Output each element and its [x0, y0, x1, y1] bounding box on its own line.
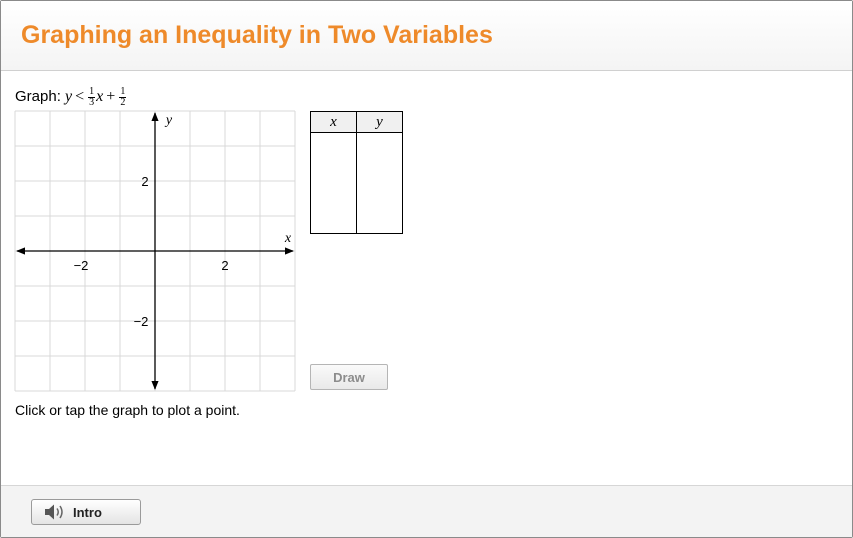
- y-column-header: y: [356, 111, 403, 133]
- instruction-text: Click or tap the graph to plot a point.: [15, 402, 240, 418]
- speaker-icon: [45, 504, 63, 520]
- page-title: Graphing an Inequality in Two Variables: [21, 21, 493, 49]
- plus-sign: +: [106, 88, 116, 106]
- coefficient-fraction: 13: [88, 87, 96, 108]
- x-column-header: x: [310, 111, 357, 133]
- graph-area[interactable]: [15, 111, 295, 391]
- constant-fraction: 12: [119, 87, 127, 108]
- inequality: y <1 3 x +1 2: [65, 87, 127, 108]
- footer-bar: Intro: [1, 485, 852, 537]
- prompt-label: Graph:: [15, 88, 61, 106]
- xy-table: x y: [310, 111, 403, 234]
- draw-button[interactable]: Draw: [310, 364, 388, 390]
- constant-denominator: 2: [120, 97, 126, 108]
- inequality-var: x: [96, 88, 104, 106]
- x-values-cell: [310, 132, 357, 234]
- y-values-cell: [356, 132, 403, 234]
- inequality-operator: <: [75, 88, 85, 106]
- problem-prompt: Graph: y <1 3 x +1 2: [15, 87, 127, 108]
- inequality-lhs: y: [65, 88, 73, 106]
- intro-label: Intro: [73, 504, 102, 520]
- header: Graphing an Inequality in Two Variables: [1, 1, 852, 71]
- coefficient-denominator: 3: [89, 97, 95, 108]
- intro-button[interactable]: Intro: [31, 499, 141, 525]
